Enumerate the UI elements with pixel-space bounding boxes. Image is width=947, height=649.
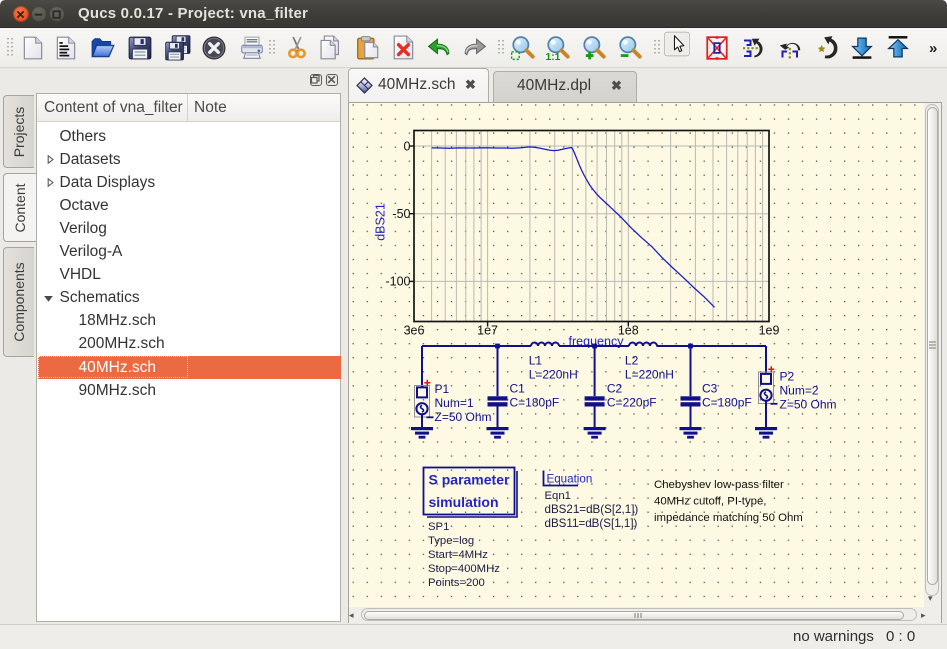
svg-text:3e6: 3e6 bbox=[404, 324, 425, 338]
svg-text:impedance matching 50 Ohm: impedance matching 50 Ohm bbox=[654, 512, 803, 524]
svg-text:Start=4MHz: Start=4MHz bbox=[428, 549, 488, 561]
svg-text:Eqn1: Eqn1 bbox=[545, 490, 571, 502]
svg-text:P1: P1 bbox=[435, 382, 450, 396]
svg-text:C=220pF: C=220pF bbox=[607, 395, 657, 409]
svg-text:simulation: simulation bbox=[429, 494, 499, 510]
svg-text:Type=log: Type=log bbox=[428, 535, 474, 547]
svg-text:Equation: Equation bbox=[547, 473, 593, 486]
svg-text:Points=200: Points=200 bbox=[428, 577, 485, 589]
svg-text:-100: -100 bbox=[385, 275, 410, 289]
svg-text:C2: C2 bbox=[607, 382, 623, 396]
svg-text:0: 0 bbox=[404, 139, 411, 153]
svg-text:Z=50 Ohm: Z=50 Ohm bbox=[435, 410, 492, 424]
svg-text:-50: -50 bbox=[392, 207, 410, 221]
svg-text:dBS11=dB(S[1,1]): dBS11=dB(S[1,1]) bbox=[545, 517, 638, 530]
svg-text:Num=2: Num=2 bbox=[780, 384, 819, 398]
svg-text:C=180pF: C=180pF bbox=[702, 395, 752, 409]
svg-text:Num=1: Num=1 bbox=[435, 396, 474, 410]
svg-text:Z=50 Ohm: Z=50 Ohm bbox=[780, 398, 837, 412]
svg-text:dBS21: dBS21 bbox=[374, 203, 388, 241]
svg-text:1e7: 1e7 bbox=[477, 324, 498, 338]
svg-text:SP1: SP1 bbox=[428, 521, 449, 533]
svg-text:S parameter: S parameter bbox=[429, 472, 510, 488]
svg-text:1e9: 1e9 bbox=[759, 324, 780, 338]
svg-text:L=220nH: L=220nH bbox=[625, 368, 674, 382]
svg-text:1:1: 1:1 bbox=[546, 52, 561, 61]
svg-text:C=180pF: C=180pF bbox=[510, 395, 560, 409]
svg-text:L2: L2 bbox=[625, 354, 639, 368]
svg-text:L=220nH: L=220nH bbox=[529, 368, 578, 382]
svg-text:Stop=400MHz: Stop=400MHz bbox=[428, 563, 500, 575]
svg-text:40MHz cutoff, PI-type,: 40MHz cutoff, PI-type, bbox=[654, 496, 766, 508]
svg-text:C1: C1 bbox=[510, 382, 526, 396]
svg-text:P2: P2 bbox=[780, 370, 795, 384]
svg-text:C3: C3 bbox=[702, 382, 718, 396]
svg-text:dBS21=dB(S[2,1]): dBS21=dB(S[2,1]) bbox=[545, 503, 639, 516]
svg-text:L1: L1 bbox=[529, 354, 543, 368]
svg-text:Chebyshev low-pass filter: Chebyshev low-pass filter bbox=[654, 479, 784, 491]
